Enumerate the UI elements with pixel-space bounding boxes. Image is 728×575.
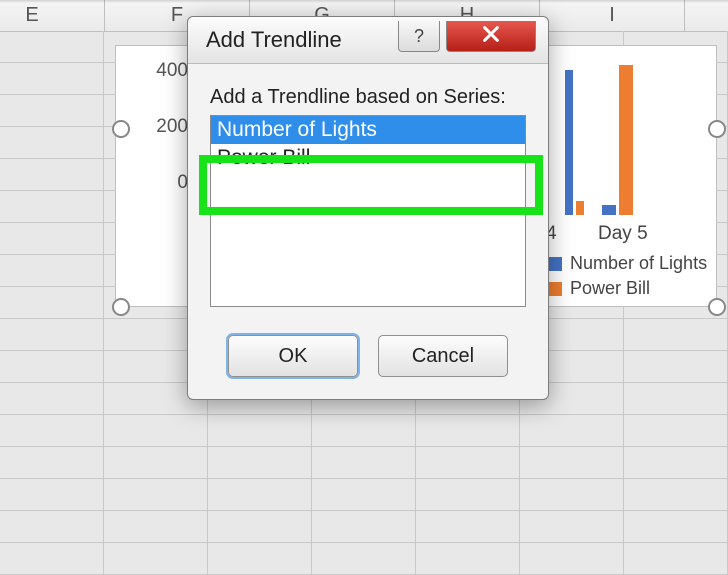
help-button[interactable]: ? bbox=[398, 21, 440, 52]
close-icon bbox=[480, 23, 502, 50]
cell[interactable] bbox=[0, 415, 104, 446]
cell[interactable] bbox=[312, 543, 416, 574]
cell[interactable] bbox=[104, 479, 208, 510]
cell[interactable] bbox=[416, 511, 520, 542]
legend-label: Power Bill bbox=[570, 278, 650, 298]
question-mark-icon: ? bbox=[414, 26, 424, 47]
cell[interactable] bbox=[624, 543, 728, 574]
cell[interactable] bbox=[0, 159, 104, 190]
ok-button[interactable]: OK bbox=[228, 335, 358, 377]
grid-row bbox=[0, 511, 728, 543]
chart-resize-handle[interactable] bbox=[708, 120, 726, 138]
legend-label: Number of Lights bbox=[570, 253, 707, 273]
chart-bar[interactable] bbox=[565, 70, 573, 215]
chart-bar[interactable] bbox=[602, 205, 616, 215]
cell[interactable] bbox=[0, 191, 104, 222]
grid-row bbox=[0, 543, 728, 575]
cancel-button[interactable]: Cancel bbox=[378, 335, 508, 377]
cell[interactable] bbox=[520, 543, 624, 574]
cell[interactable] bbox=[0, 319, 104, 350]
crop-shadow bbox=[0, 0, 728, 3]
x-category-label: Day 5 bbox=[598, 223, 648, 245]
cell[interactable] bbox=[208, 447, 312, 478]
column-header-e[interactable]: E bbox=[0, 0, 105, 31]
column-header-j[interactable]: J bbox=[685, 0, 728, 31]
y-tick-label: 400 bbox=[128, 60, 188, 116]
cell[interactable] bbox=[0, 287, 104, 318]
cell[interactable] bbox=[0, 447, 104, 478]
legend-item: Number of Lights bbox=[548, 253, 708, 274]
cell[interactable] bbox=[0, 127, 104, 158]
series-option[interactable]: Power Bill bbox=[211, 144, 525, 172]
cell[interactable] bbox=[624, 351, 728, 382]
legend-swatch bbox=[548, 257, 562, 271]
cell[interactable] bbox=[624, 319, 728, 350]
legend-swatch bbox=[548, 282, 562, 296]
grid-row bbox=[0, 447, 728, 479]
cell[interactable] bbox=[624, 447, 728, 478]
series-listbox[interactable]: Number of LightsPower Bill bbox=[210, 115, 526, 307]
cell[interactable] bbox=[0, 543, 104, 574]
cell[interactable] bbox=[0, 255, 104, 286]
cell[interactable] bbox=[416, 415, 520, 446]
cell[interactable] bbox=[104, 543, 208, 574]
add-trendline-dialog: Add Trendline ? Add a Trendline based on… bbox=[187, 16, 549, 400]
cell[interactable] bbox=[0, 95, 104, 126]
chart-legend: Number of Lights Power Bill bbox=[548, 249, 708, 303]
cell[interactable] bbox=[624, 479, 728, 510]
cell[interactable] bbox=[104, 447, 208, 478]
cell[interactable] bbox=[520, 447, 624, 478]
cell[interactable] bbox=[208, 479, 312, 510]
cell[interactable] bbox=[520, 479, 624, 510]
cell[interactable] bbox=[416, 479, 520, 510]
cell[interactable] bbox=[416, 543, 520, 574]
cell[interactable] bbox=[624, 383, 728, 414]
column-header-i[interactable]: I bbox=[540, 0, 685, 31]
cell[interactable] bbox=[208, 511, 312, 542]
cell[interactable] bbox=[208, 415, 312, 446]
grid-row bbox=[0, 479, 728, 511]
cell[interactable] bbox=[312, 447, 416, 478]
cell[interactable] bbox=[104, 415, 208, 446]
chart-bar[interactable] bbox=[576, 201, 584, 215]
cell[interactable] bbox=[312, 479, 416, 510]
cell[interactable] bbox=[0, 31, 104, 62]
dialog-titlebar: Add Trendline ? bbox=[188, 17, 548, 64]
chart-bar[interactable] bbox=[619, 65, 633, 215]
dialog-button-row: OK Cancel bbox=[188, 317, 548, 399]
chart-resize-handle[interactable] bbox=[112, 120, 130, 138]
dialog-prompt: Add a Trendline based on Series: bbox=[210, 86, 526, 109]
cell[interactable] bbox=[0, 223, 104, 254]
cell[interactable] bbox=[624, 415, 728, 446]
cell[interactable] bbox=[312, 415, 416, 446]
y-tick-label: 200 bbox=[128, 116, 188, 172]
cell[interactable] bbox=[0, 479, 104, 510]
y-tick-label: 0 bbox=[128, 172, 188, 228]
cell[interactable] bbox=[520, 415, 624, 446]
cell[interactable] bbox=[520, 511, 624, 542]
cell[interactable] bbox=[0, 383, 104, 414]
cell[interactable] bbox=[104, 511, 208, 542]
cell[interactable] bbox=[312, 511, 416, 542]
cell[interactable] bbox=[0, 63, 104, 94]
chart-y-axis: 4002000 bbox=[128, 60, 188, 228]
dialog-body: Add a Trendline based on Series: Number … bbox=[188, 64, 548, 317]
close-button[interactable] bbox=[446, 21, 536, 52]
cell[interactable] bbox=[416, 447, 520, 478]
chart-resize-handle[interactable] bbox=[112, 298, 130, 316]
cell[interactable] bbox=[624, 511, 728, 542]
dialog-title: Add Trendline bbox=[206, 27, 342, 53]
cell[interactable] bbox=[0, 351, 104, 382]
series-option[interactable]: Number of Lights bbox=[211, 116, 525, 144]
chart-resize-handle[interactable] bbox=[708, 298, 726, 316]
legend-item: Power Bill bbox=[548, 278, 708, 299]
grid-row bbox=[0, 415, 728, 447]
cell[interactable] bbox=[0, 511, 104, 542]
cell[interactable] bbox=[208, 543, 312, 574]
